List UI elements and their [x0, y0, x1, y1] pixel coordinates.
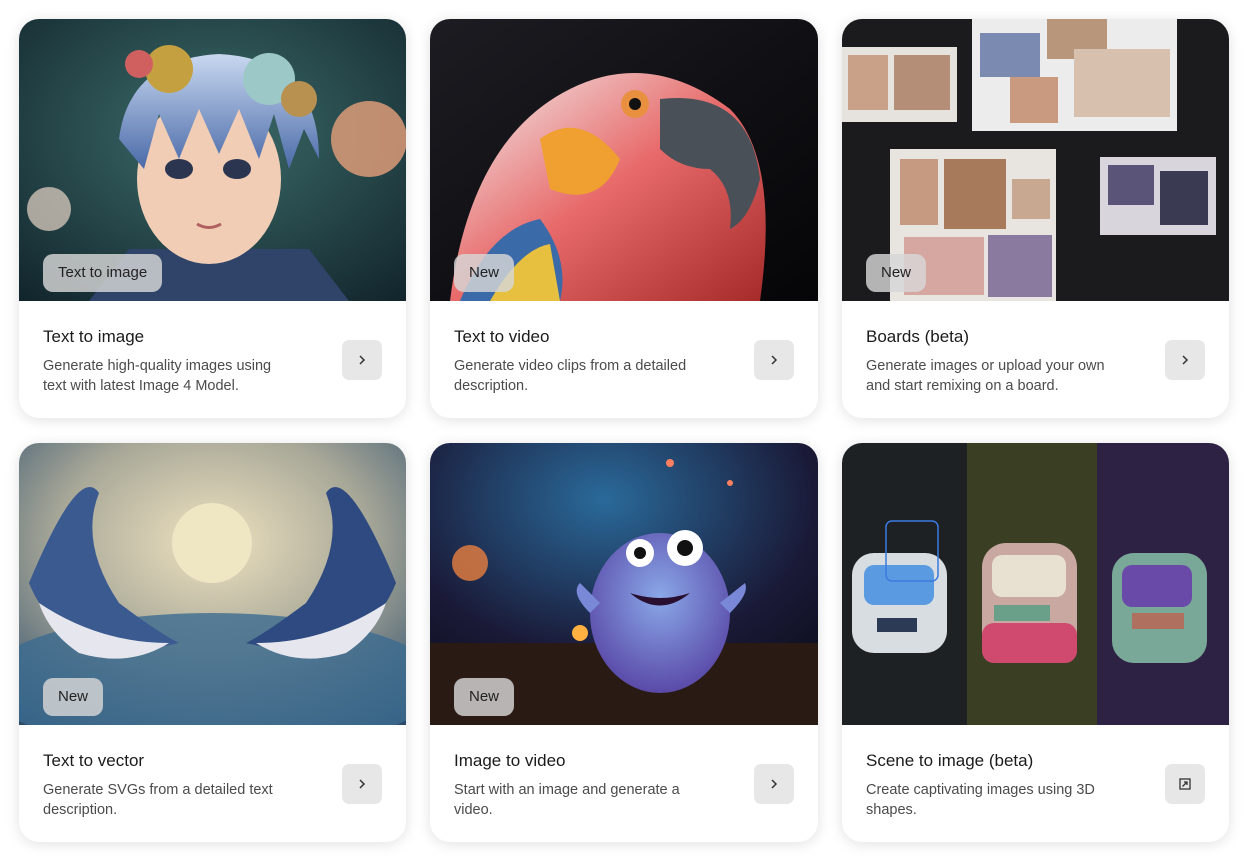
card-description: Generate video clips from a detailed des…: [454, 358, 687, 394]
feature-card-grid: Text to image Text to image Generate hig…: [19, 19, 1229, 842]
card-badge: New: [43, 678, 104, 716]
card-title: Text to image: [43, 327, 145, 346]
card-text-to-video[interactable]: New Text to video Generate video clips f…: [430, 19, 818, 418]
card-image-robots: [842, 443, 1229, 725]
card-description: Create captivating images using 3D shape…: [866, 782, 1095, 818]
open-external-icon: [1179, 778, 1191, 790]
card-title: Image to video: [454, 751, 566, 770]
open-scene-to-image-button[interactable]: [1165, 764, 1205, 804]
card-badge: New: [454, 678, 515, 716]
card-description: Generate high-quality images using text …: [43, 358, 272, 394]
card-title: Text to video: [454, 327, 550, 346]
card-badge: New: [866, 254, 927, 292]
chevron-right-icon: [771, 779, 778, 789]
card-text-to-image[interactable]: Text to image Text to image Generate hig…: [19, 19, 406, 418]
card-boards[interactable]: New Boards (beta) Generate images or upl…: [842, 19, 1229, 418]
open-boards-button[interactable]: [1165, 340, 1205, 380]
card-text-to-vector[interactable]: New Text to vector Generate SVGs from a …: [19, 443, 406, 842]
card-title: Boards (beta): [866, 327, 969, 346]
chevron-right-icon: [1182, 355, 1189, 365]
chevron-right-icon: [771, 355, 778, 365]
card-title: Text to vector: [43, 751, 145, 770]
card-badge: New: [454, 254, 515, 292]
card-description: Generate SVGs from a detailed text descr…: [43, 782, 273, 818]
card-description: Generate images or upload your own and s…: [866, 358, 1105, 394]
open-text-to-image-button[interactable]: [342, 340, 382, 380]
card-description: Start with an image and generate a video…: [454, 782, 680, 818]
card-badge: Text to image: [43, 254, 163, 292]
chevron-right-icon: [359, 355, 366, 365]
chevron-right-icon: [359, 779, 366, 789]
open-text-to-video-button[interactable]: [754, 340, 794, 380]
open-text-to-vector-button[interactable]: [342, 764, 382, 804]
card-image-to-video[interactable]: New Image to video Start with an image a…: [430, 443, 818, 842]
card-title: Scene to image (beta): [866, 751, 1034, 770]
card-scene-to-image[interactable]: Scene to image (beta) Create captivating…: [842, 443, 1229, 842]
open-image-to-video-button[interactable]: [754, 764, 794, 804]
